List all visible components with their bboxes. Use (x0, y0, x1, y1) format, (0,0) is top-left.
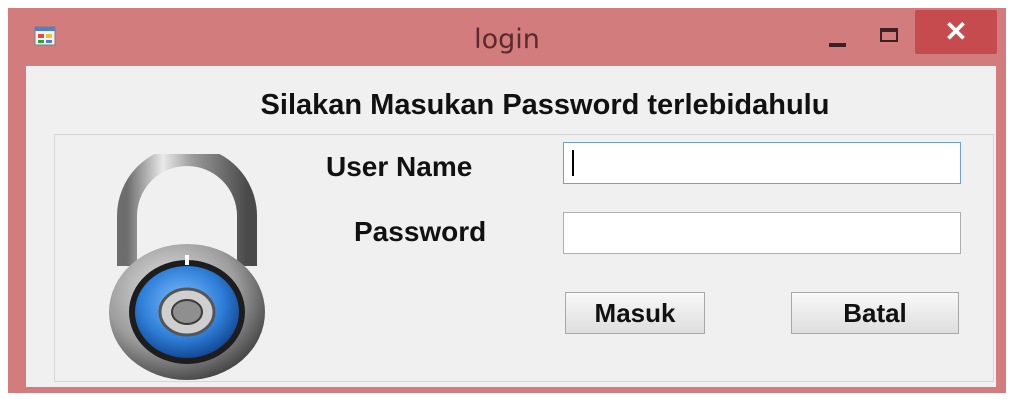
username-input[interactable] (563, 142, 961, 184)
minimize-icon (829, 43, 846, 47)
title-bar[interactable]: login ✕ (8, 8, 1006, 66)
form-client-area: Silakan Masukan Password terlebidahulu U… (26, 66, 996, 387)
close-icon: ✕ (944, 16, 968, 47)
username-label: User Name (326, 151, 473, 182)
cancel-button[interactable]: Batal (791, 292, 959, 334)
minimize-button[interactable] (817, 16, 857, 54)
maximize-button[interactable] (870, 16, 910, 54)
login-window: login ✕ Silakan Masukan Password terlebi… (8, 8, 1006, 393)
maximize-icon (880, 28, 898, 42)
login-button[interactable]: Masuk (565, 292, 705, 334)
form-heading: Silakan Masukan Password terlebidahulu (260, 89, 830, 121)
padlock-icon (109, 154, 265, 380)
password-label: Password (354, 216, 487, 247)
close-button[interactable]: ✕ (915, 10, 997, 54)
text-caret (572, 150, 574, 176)
password-input[interactable] (563, 212, 961, 254)
